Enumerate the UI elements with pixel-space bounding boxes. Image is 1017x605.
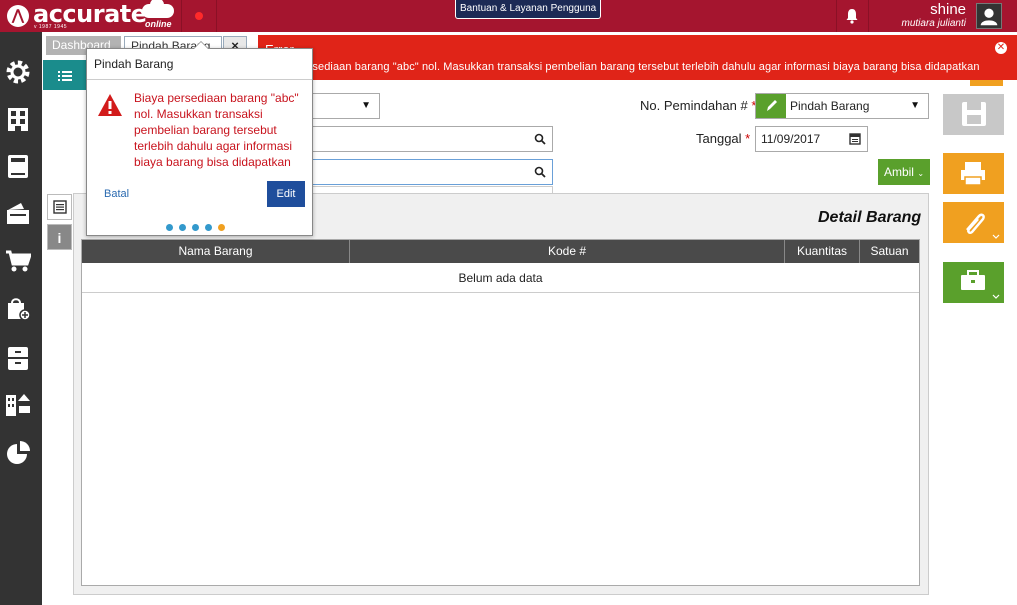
pie-chart-icon[interactable] bbox=[5, 440, 31, 466]
tanggal-value: 11/09/2017 bbox=[761, 132, 821, 146]
chevron-down-icon: ▼ bbox=[910, 100, 920, 111]
info-tab[interactable]: i bbox=[47, 224, 72, 250]
column-kode[interactable]: Kode # bbox=[350, 240, 785, 263]
user-info[interactable]: shine mutiara julianti bbox=[880, 1, 966, 30]
column-satuan[interactable]: Satuan bbox=[860, 240, 919, 263]
building-icon[interactable] bbox=[5, 106, 31, 132]
logo-sub: online bbox=[145, 19, 172, 29]
pencil-icon bbox=[767, 100, 777, 111]
shopping-bag-add-icon[interactable] bbox=[5, 295, 31, 321]
document-icon bbox=[52, 200, 67, 214]
save-button[interactable] bbox=[943, 94, 1004, 135]
popover-title: Pindah Barang bbox=[94, 57, 174, 71]
pager-dot-active[interactable] bbox=[218, 224, 225, 231]
book-icon[interactable] bbox=[5, 153, 31, 179]
record-indicator-icon[interactable] bbox=[195, 12, 203, 20]
tanggal-label: Tanggal * bbox=[696, 131, 751, 146]
detail-title: Detail Barang bbox=[818, 209, 922, 226]
logo-badge-icon: ⋀ bbox=[7, 5, 29, 27]
popover-pager bbox=[166, 220, 231, 231]
column-nama-barang[interactable]: Nama Barang bbox=[82, 240, 350, 263]
search-icon[interactable] bbox=[534, 133, 546, 145]
search-icon[interactable] bbox=[534, 166, 546, 178]
divider bbox=[836, 0, 837, 32]
cart-icon[interactable] bbox=[5, 248, 31, 274]
no-pemindahan-select[interactable]: Pindah Barang ▼ bbox=[755, 93, 929, 119]
pencil-button[interactable] bbox=[756, 94, 786, 118]
tools-button[interactable] bbox=[943, 262, 1004, 303]
pager-dot[interactable] bbox=[179, 224, 186, 231]
print-icon bbox=[961, 162, 985, 186]
bell-icon[interactable] bbox=[843, 7, 861, 25]
list-icon bbox=[58, 71, 72, 82]
close-icon[interactable]: ✕ bbox=[995, 42, 1007, 54]
warning-icon bbox=[98, 94, 122, 116]
accurate-logo[interactable]: ⋀ accurate online v 1987 1945 bbox=[4, 0, 176, 30]
divider bbox=[87, 79, 312, 80]
user-name: shine bbox=[930, 1, 966, 18]
top-bar: ⋀ accurate online v 1987 1945 Bantuan & … bbox=[0, 0, 1017, 32]
logo-version: v 1987 1945 bbox=[34, 24, 68, 30]
cancel-button[interactable]: Batal bbox=[104, 188, 129, 200]
avatar-icon[interactable] bbox=[976, 3, 1002, 29]
chevron-down-icon: ▼ bbox=[361, 100, 371, 111]
edit-button[interactable]: Edit bbox=[267, 181, 305, 207]
detail-list-tab[interactable] bbox=[47, 194, 72, 220]
attachment-button[interactable] bbox=[943, 202, 1004, 243]
cari-barang-input[interactable] bbox=[280, 159, 553, 185]
error-message: Biaya persediaan barang "abc" nol. Masuk… bbox=[265, 61, 980, 73]
pager-dot[interactable] bbox=[192, 224, 199, 231]
info-icon: i bbox=[57, 230, 62, 246]
city-icon[interactable] bbox=[5, 391, 31, 417]
print-button[interactable] bbox=[943, 153, 1004, 194]
no-pemindahan-value: Pindah Barang bbox=[790, 99, 870, 113]
gear-icon[interactable] bbox=[5, 59, 31, 85]
tanggal-input[interactable]: 11/09/2017 bbox=[755, 126, 868, 152]
accent-strip bbox=[970, 80, 1003, 86]
popover-arrow bbox=[193, 41, 209, 49]
ke-gudang-input[interactable] bbox=[280, 126, 553, 152]
wallet-icon[interactable] bbox=[5, 200, 31, 226]
ambil-button[interactable]: Ambil ⌄ bbox=[878, 159, 930, 185]
column-kuantitas[interactable]: Kuantitas bbox=[785, 240, 860, 263]
error-popover: Pindah Barang Biaya persediaan barang "a… bbox=[86, 41, 313, 236]
logo-text: accurate bbox=[33, 0, 147, 28]
divider bbox=[868, 0, 869, 32]
briefcase-icon bbox=[961, 270, 1000, 299]
table-header: Nama Barang Kode # Kuantitas Satuan bbox=[82, 240, 919, 263]
list-view-button[interactable] bbox=[43, 60, 87, 90]
paperclip-icon bbox=[966, 213, 1000, 239]
user-subname: mutiara julianti bbox=[901, 18, 966, 29]
pager-dot[interactable] bbox=[166, 224, 173, 231]
error-banner: Error Biaya persediaan barang "abc" nol.… bbox=[258, 35, 1017, 80]
no-pemindahan-label: No. Pemindahan # * bbox=[640, 98, 757, 113]
popover-message: Biaya persediaan barang "abc" nol. Masuk… bbox=[134, 91, 299, 169]
pager-dot[interactable] bbox=[205, 224, 212, 231]
calendar-icon[interactable] bbox=[849, 133, 861, 145]
sidebar bbox=[0, 32, 42, 605]
save-icon bbox=[962, 102, 986, 126]
divider bbox=[216, 0, 217, 32]
chevron-down-icon: ⌄ bbox=[917, 169, 925, 178]
archive-icon[interactable] bbox=[5, 345, 31, 371]
divider bbox=[181, 0, 182, 32]
empty-row: Belum ada data bbox=[82, 263, 919, 293]
help-button[interactable]: Bantuan & Layanan Pengguna bbox=[455, 0, 602, 19]
cloud-icon bbox=[142, 0, 174, 18]
